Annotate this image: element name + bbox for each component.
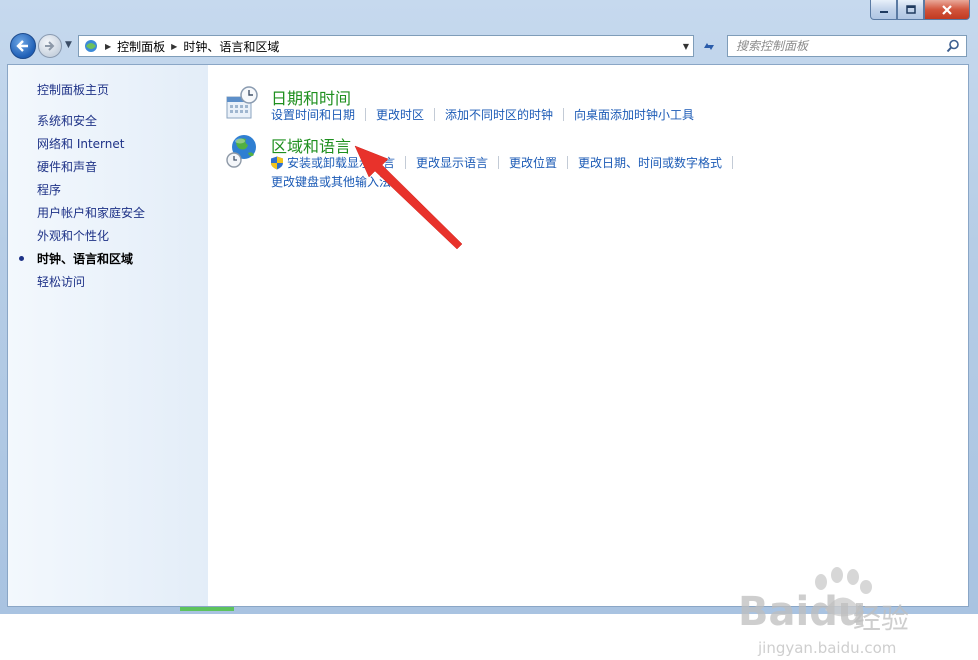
chevron-down-icon[interactable]: ▼ xyxy=(683,42,689,51)
active-bullet-icon xyxy=(19,256,24,261)
task-divider xyxy=(732,156,734,169)
arrow-left-icon xyxy=(16,40,28,52)
chevron-right-icon[interactable]: ▶ xyxy=(171,42,177,51)
sidebar-item-label: 轻松访问 xyxy=(37,275,86,289)
sidebar-item-label: 系统和安全 xyxy=(37,114,98,128)
sidebar-home-link[interactable]: 控制面板主页 xyxy=(37,81,109,98)
control-panel-window: ▼ ▶ 控制面板 ▶ 时钟、语言和区域 ▼ 搜索控制面板 控制面板主页 系统和安… xyxy=(0,0,978,657)
arrow-right-icon xyxy=(45,41,55,51)
minimize-icon xyxy=(879,10,888,13)
sidebar-item[interactable]: 程序 xyxy=(37,182,145,205)
globe-clock-icon[interactable] xyxy=(224,133,260,169)
task-divider xyxy=(567,156,569,169)
forward-button[interactable] xyxy=(38,34,62,58)
refresh-button[interactable] xyxy=(698,35,720,57)
breadcrumb-clock-language-region[interactable]: 时钟、语言和区域 xyxy=(183,38,279,55)
task-divider xyxy=(365,108,367,121)
minimize-button[interactable] xyxy=(870,0,897,20)
sidebar-item[interactable]: 网络和 Internet xyxy=(37,136,145,159)
watermark-url: jingyan.baidu.com xyxy=(758,639,897,657)
task-divider xyxy=(498,156,500,169)
sidebar-item-label: 硬件和声音 xyxy=(37,160,98,174)
sidebar-item-label: 程序 xyxy=(37,183,62,197)
main-panel: 日期和时间 设置时间和日期 更改时区 添加不同时区的时钟 向桌面添加时钟小工具 xyxy=(208,65,968,606)
task-install-display-language[interactable]: 安装或卸载显示语言 xyxy=(287,154,395,171)
sidebar-item[interactable]: 轻松访问 xyxy=(37,274,145,297)
chevron-right-icon[interactable]: ▶ xyxy=(105,42,111,51)
breadcrumb-control-panel[interactable]: 控制面板 xyxy=(117,38,165,55)
taskbar-hint xyxy=(180,607,234,611)
sidebar-item[interactable]: 外观和个性化 xyxy=(37,228,145,251)
search-input[interactable]: 搜索控制面板 xyxy=(727,35,967,57)
uac-shield-icon xyxy=(271,156,283,169)
sidebar-item[interactable]: 时钟、语言和区域 xyxy=(19,251,145,274)
sidebar-item-label: 时钟、语言和区域 xyxy=(37,252,134,266)
task-row: 设置时间和日期 更改时区 添加不同时区的时钟 向桌面添加时钟小工具 xyxy=(271,106,694,123)
search-icon[interactable] xyxy=(946,39,960,53)
task-change-location[interactable]: 更改位置 xyxy=(509,154,557,171)
sidebar-item-label: 网络和 Internet xyxy=(37,137,125,151)
window-controls xyxy=(870,0,970,20)
title-bar[interactable] xyxy=(0,0,978,30)
sidebar-nav: 系统和安全网络和 Internet 硬件和声音程序用户帐户和家庭安全 外观和个性化时… xyxy=(19,113,145,297)
task-divider xyxy=(434,108,436,121)
task-row: 安装或卸载显示语言 更改显示语言 更改位置 更改日期、时间或数字格式 xyxy=(270,154,743,171)
address-bar[interactable]: ▶ 控制面板 ▶ 时钟、语言和区域 ▼ xyxy=(78,35,694,57)
calendar-clock-icon[interactable] xyxy=(224,85,260,121)
maximize-button[interactable] xyxy=(897,0,924,20)
sidebar: 控制面板主页 系统和安全网络和 Internet 硬件和声音程序用户帐户和家庭安全… xyxy=(8,65,208,606)
task-row: 更改键盘或其他输入法 xyxy=(271,173,391,190)
task-divider xyxy=(563,108,565,121)
task-add-clocks[interactable]: 添加不同时区的时钟 xyxy=(445,106,553,123)
navigation-bar: ▼ ▶ 控制面板 ▶ 时钟、语言和区域 ▼ 搜索控制面板 xyxy=(0,31,978,61)
maximize-icon xyxy=(905,5,916,14)
close-button[interactable] xyxy=(924,0,970,20)
sidebar-item[interactable]: 用户帐户和家庭安全 xyxy=(37,205,145,228)
search-placeholder: 搜索控制面板 xyxy=(736,39,809,53)
sidebar-item[interactable]: 硬件和声音 xyxy=(37,159,145,182)
task-add-clock-gadget[interactable]: 向桌面添加时钟小工具 xyxy=(574,106,694,123)
control-panel-icon xyxy=(85,40,97,52)
close-icon xyxy=(942,4,952,15)
task-divider xyxy=(405,156,407,169)
refresh-icon xyxy=(704,43,714,50)
task-change-keyboard-input[interactable]: 更改键盘或其他输入法 xyxy=(271,173,391,190)
back-button[interactable] xyxy=(10,33,36,59)
sidebar-item[interactable]: 系统和安全 xyxy=(37,113,145,136)
task-change-display-language[interactable]: 更改显示语言 xyxy=(416,154,488,171)
task-set-time-date[interactable]: 设置时间和日期 xyxy=(271,106,355,123)
content-area: 控制面板主页 系统和安全网络和 Internet 硬件和声音程序用户帐户和家庭安全… xyxy=(7,64,969,657)
task-change-date-time-number-format[interactable]: 更改日期、时间或数字格式 xyxy=(578,154,722,171)
recent-pages-dropdown[interactable]: ▼ xyxy=(65,40,72,50)
sidebar-item-label: 外观和个性化 xyxy=(37,229,110,243)
sidebar-item-label: 用户帐户和家庭安全 xyxy=(37,206,146,220)
task-change-time-zone[interactable]: 更改时区 xyxy=(376,106,424,123)
